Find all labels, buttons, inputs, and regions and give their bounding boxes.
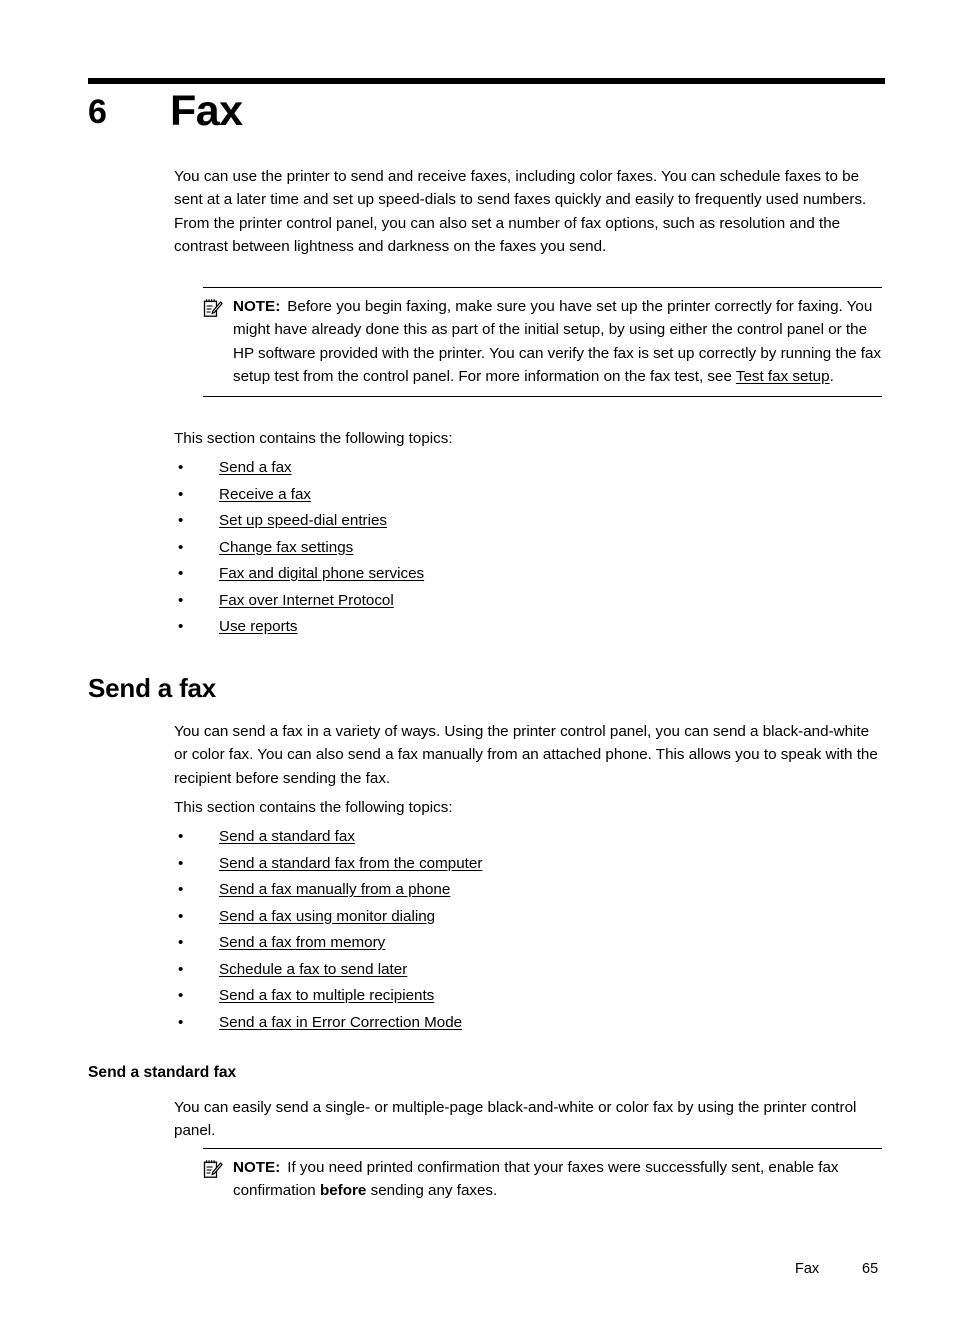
topic-link-send-a-fax[interactable]: Send a fax [219,455,292,482]
chapter-title: Fax [170,87,243,135]
note-label: NOTE: [233,1159,281,1176]
topic-link-fax-over-internet-protocol[interactable]: Fax over Internet Protocol [219,588,394,615]
chapter-topic-list: • Send a fax • Receive a fax • Set up sp… [174,455,884,641]
page-footer: Fax 65 [0,1258,954,1280]
list-item: • Send a standard fax [174,824,884,851]
note-box-confirmation: NOTE: If you need printed confirmation th… [203,1148,882,1210]
topic-link-send-a-standard-fax[interactable]: Send a standard fax [219,824,355,851]
topics-lead-text-1: This section contains the following topi… [174,430,453,447]
bullet-marker: • [178,591,184,609]
list-item: • Send a fax to multiple recipients [174,983,884,1010]
list-item: • Send a standard fax from the computer [174,851,884,878]
note-label: NOTE: [233,298,281,315]
intro-paragraph: You can use the printer to send and rece… [174,168,867,256]
list-item: • Change fax settings [174,535,884,562]
topic-link-schedule-a-fax-to-send-later[interactable]: Schedule a fax to send later [219,957,407,984]
bullet-marker: • [178,512,184,529]
bullet-marker: • [178,828,184,845]
topic-link-send-a-standard-fax-from-the-computer[interactable]: Send a standard fax from the computer [219,851,482,878]
list-item: • Set up speed-dial entries [174,508,884,535]
topics-lead-block-2: This section contains the following topi… [174,796,884,819]
note-text-after-link: . [829,368,834,386]
chapter-heading: 6 Fax [88,86,888,144]
footer-section-name: Fax [795,1261,820,1277]
bullet-marker: • [178,1013,184,1031]
topic-link-send-a-fax-using-monitor-dialing[interactable]: Send a fax using monitor dialing [219,904,435,931]
bullet-marker: • [178,987,184,1004]
topic-link-send-a-fax-from-memory[interactable]: Send a fax from memory [219,930,385,957]
test-fax-setup-link[interactable]: Test fax setup [736,368,830,385]
bullet-marker: • [178,459,184,476]
topic-link-set-up-speed-dial-entries[interactable]: Set up speed-dial entries [219,508,387,535]
note-box-setup: NOTE: Before you begin faxing, make sure … [203,287,882,397]
document-page: 6 Fax You can use the printer to send an… [0,0,954,1321]
topics-lead-block-1: This section contains the following topi… [174,427,884,450]
list-item: • Fax and digital phone services [174,561,884,588]
page-title-send-a-fax: Send a fax [88,673,217,703]
bullet-marker: • [178,854,184,872]
list-item: • Fax over Internet Protocol [174,588,884,615]
list-item: • Send a fax using monitor dialing [174,904,884,931]
note-pencil-icon [203,298,223,318]
note-content: NOTE: If you need printed confirmation th… [203,1149,882,1210]
send-a-standard-fax-paragraph: You can easily send a single- or multipl… [174,1099,857,1140]
note-emphasis-before: before [319,1182,367,1200]
send-a-fax-paragraph-block: You can send a fax in a variety of ways.… [174,720,884,790]
chapter-number: 6 [88,93,107,131]
send-a-standard-fax-paragraph-block: You can easily send a single- or multipl… [174,1096,884,1143]
list-item: • Send a fax [174,455,884,482]
topic-link-use-reports[interactable]: Use reports [219,614,298,641]
list-item: • Send a fax in Error Correction Mode [174,1010,884,1037]
bullet-marker: • [178,565,184,582]
bullet-marker: • [178,538,184,556]
topic-link-send-a-fax-to-multiple-recipients[interactable]: Send a fax to multiple recipients [219,983,434,1010]
bullet-marker: • [178,934,184,951]
bullet-marker: • [178,485,184,503]
send-a-fax-topic-list: • Send a standard fax • Send a standard … [174,824,884,1036]
send-a-fax-paragraph: You can send a fax in a variety of ways.… [174,723,878,787]
topics-lead-text-2: This section contains the following topi… [174,799,453,816]
bullet-marker: • [178,907,184,925]
list-item: • Send a fax manually from a phone [174,877,884,904]
list-item: • Use reports [174,614,884,641]
chapter-top-rule [88,78,885,84]
note-pencil-icon [203,1159,223,1179]
note-bottom-rule [203,395,882,397]
note-content: NOTE: Before you begin faxing, make sure … [203,288,882,396]
topic-link-change-fax-settings[interactable]: Change fax settings [219,535,353,562]
subsection-heading-send-a-standard-fax: Send a standard fax [88,1064,237,1081]
topic-link-receive-a-fax[interactable]: Receive a fax [219,482,311,509]
list-item: • Receive a fax [174,482,884,509]
note-text-after-bold: sending any faxes. [366,1182,498,1200]
bullet-marker: • [178,960,184,978]
topic-link-send-a-fax-in-error-correction-mode[interactable]: Send a fax in Error Correction Mode [219,1010,462,1037]
topic-link-fax-and-digital-phone-services[interactable]: Fax and digital phone services [219,561,424,588]
footer-page-number: 65 [862,1261,879,1277]
intro-paragraph-block: You can use the printer to send and rece… [174,165,884,259]
list-item: • Send a fax from memory [174,930,884,957]
bullet-marker: • [178,618,184,635]
list-item: • Schedule a fax to send later [174,957,884,984]
topic-link-send-a-fax-manually-from-a-phone[interactable]: Send a fax manually from a phone [219,877,450,904]
bullet-marker: • [178,881,184,898]
